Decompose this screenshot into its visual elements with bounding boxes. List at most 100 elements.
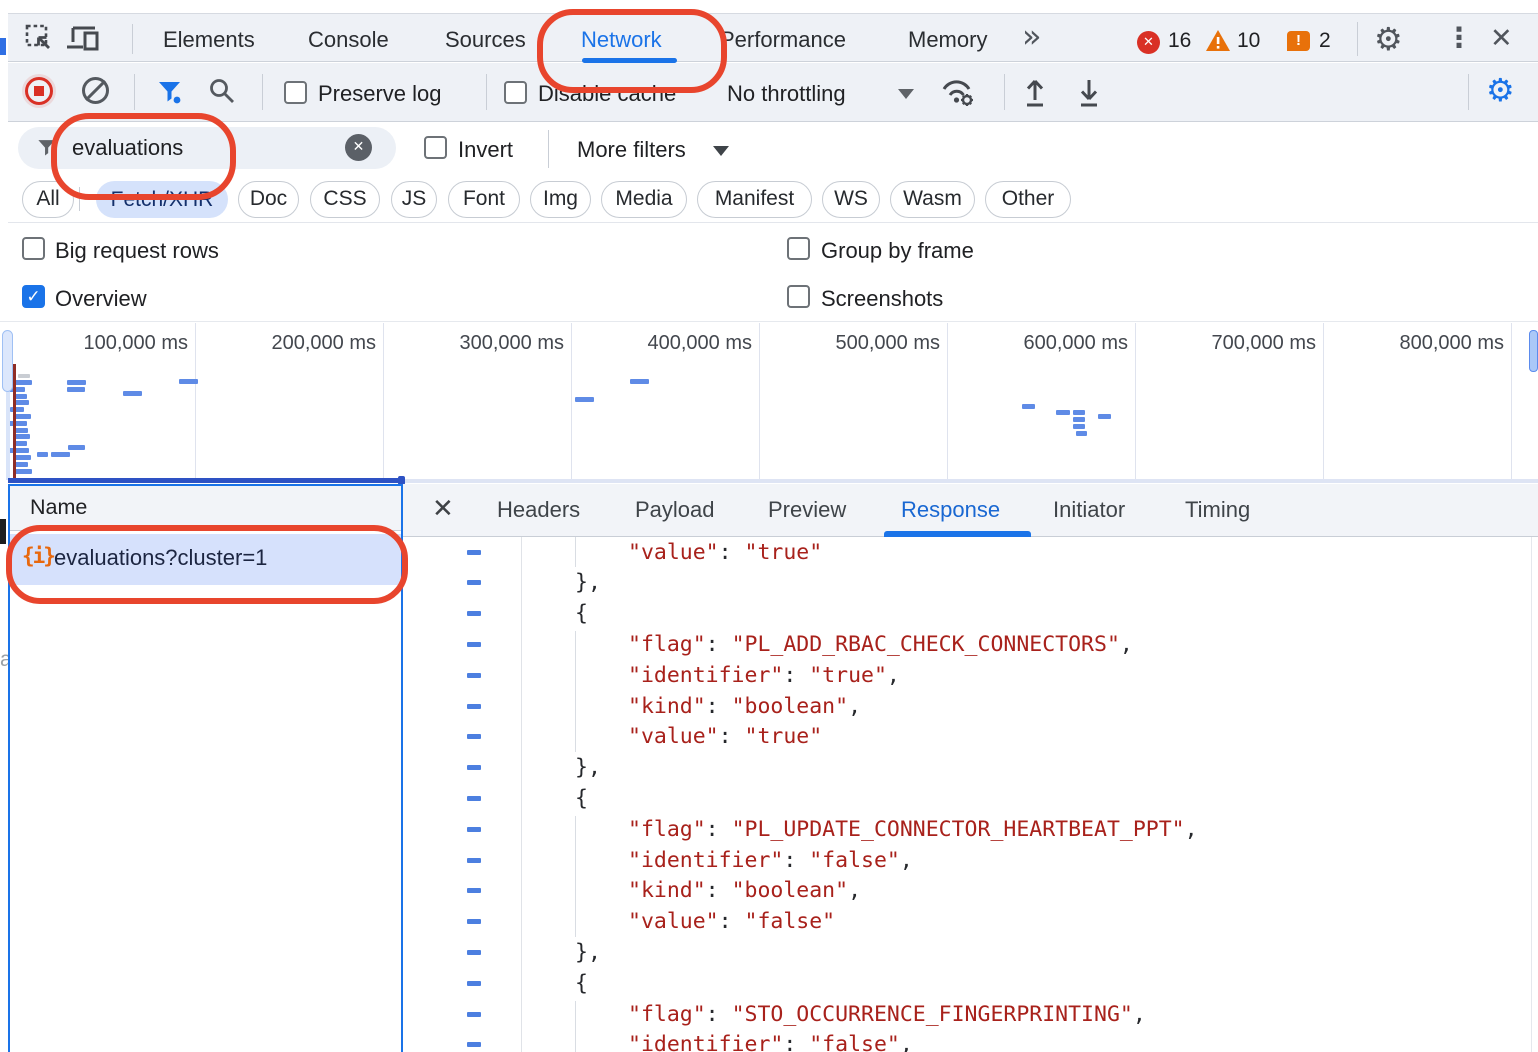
overview-selection-line[interactable] <box>8 478 400 483</box>
error-count[interactable]: 16 <box>1168 29 1191 53</box>
invert-label[interactable]: Invert <box>458 137 513 163</box>
overview-load-marker <box>13 364 16 480</box>
overview-left-grip[interactable] <box>2 330 13 392</box>
big-request-rows-checkbox[interactable] <box>22 237 45 260</box>
main-tab-memory[interactable]: Memory <box>908 27 987 53</box>
group-by-frame-label[interactable]: Group by frame <box>821 238 974 264</box>
filter-input-value[interactable]: evaluations <box>72 135 183 161</box>
main-tab-performance[interactable]: Performance <box>720 27 846 53</box>
chip-js[interactable]: JS <box>391 181 437 218</box>
code-fold-toggle[interactable] <box>467 950 481 955</box>
details-tab-response[interactable]: Response <box>901 497 1000 523</box>
chip-wasm[interactable]: Wasm <box>890 181 975 218</box>
kebab-menu-icon[interactable]: ⋮ <box>1445 24 1473 52</box>
close-details-icon[interactable]: ✕ <box>432 496 454 522</box>
code-fold-toggle[interactable] <box>467 1012 481 1017</box>
warning-count[interactable]: 10 <box>1237 29 1260 53</box>
code-fold-toggle[interactable] <box>467 888 481 893</box>
overview-tick-label: 600,000 ms <box>978 332 1128 355</box>
issue-count[interactable]: 2 <box>1319 29 1331 53</box>
page-behind-fragment <box>0 38 6 55</box>
filter-clear-icon[interactable]: ✕ <box>345 134 372 161</box>
overview-bottom-band <box>403 479 1538 483</box>
overview-label[interactable]: Overview <box>55 286 147 312</box>
code-fold-toggle[interactable] <box>467 827 481 832</box>
code-fold-toggle[interactable] <box>467 1042 481 1047</box>
preserve-log-checkbox[interactable] <box>284 81 307 104</box>
code-line: "value": "true" <box>628 721 822 752</box>
code-fold-toggle[interactable] <box>467 858 481 863</box>
main-tab-sources[interactable]: Sources <box>445 27 526 53</box>
chip-font[interactable]: Font <box>448 181 520 218</box>
more-tabs-icon[interactable]: » <box>1022 20 1042 52</box>
code-line: "identifier": "false", <box>628 845 913 876</box>
record-network-log-icon[interactable] <box>25 77 53 105</box>
filter-icon[interactable] <box>156 78 184 106</box>
code-line: { <box>575 783 588 814</box>
details-tab-initiator[interactable]: Initiator <box>1053 497 1125 523</box>
details-tab-timing[interactable]: Timing <box>1185 497 1250 523</box>
code-fold-toggle[interactable] <box>467 642 481 647</box>
code-fold-toggle[interactable] <box>467 981 481 986</box>
chip-fetch-xhr[interactable]: Fetch/XHR <box>96 181 228 218</box>
details-tab-headers[interactable]: Headers <box>497 497 580 523</box>
overview-tick-label: 200,000 ms <box>226 332 376 355</box>
network-settings-gear-icon[interactable]: ⚙ <box>1486 74 1515 106</box>
code-fold-toggle[interactable] <box>467 765 481 770</box>
close-devtools-icon[interactable]: ✕ <box>1490 25 1513 52</box>
details-tab-payload[interactable]: Payload <box>635 497 715 523</box>
throttling-caret-icon[interactable] <box>898 89 914 99</box>
throttling-select[interactable]: No throttling <box>727 81 846 107</box>
gutter-divider <box>521 537 522 1052</box>
main-tab-network[interactable]: Network <box>581 27 662 53</box>
settings-gear-icon[interactable]: ⚙ <box>1374 23 1403 55</box>
code-fold-toggle[interactable] <box>467 611 481 616</box>
overview-timeline[interactable]: 100,000 ms200,000 ms300,000 ms400,000 ms… <box>0 321 1538 482</box>
request-row[interactable]: {i} evaluations?cluster=1 <box>10 534 401 585</box>
code-fold-toggle[interactable] <box>467 580 481 585</box>
more-filters-dropdown[interactable]: More filters <box>577 137 686 163</box>
preserve-log-label[interactable]: Preserve log <box>318 81 442 107</box>
issues-badge-icon[interactable]: ! <box>1287 31 1310 51</box>
chip-all[interactable]: All <box>22 181 74 218</box>
code-fold-toggle[interactable] <box>467 919 481 924</box>
code-fold-toggle[interactable] <box>467 673 481 678</box>
main-tab-console[interactable]: Console <box>308 27 389 53</box>
code-fold-toggle[interactable] <box>467 704 481 709</box>
invert-checkbox[interactable] <box>424 136 447 159</box>
request-name[interactable]: evaluations?cluster=1 <box>54 545 267 571</box>
response-content: "value": "true"},{"flag": "PL_ADD_RBAC_C… <box>403 537 1538 1052</box>
disable-cache-label[interactable]: Disable cache <box>538 81 676 107</box>
disable-cache-checkbox[interactable] <box>504 81 527 104</box>
details-tab-preview[interactable]: Preview <box>768 497 846 523</box>
chip-img[interactable]: Img <box>530 181 591 218</box>
chip-manifest[interactable]: Manifest <box>697 181 812 218</box>
big-request-rows-label[interactable]: Big request rows <box>55 238 219 264</box>
more-filters-caret-icon[interactable] <box>713 146 729 156</box>
chip-media[interactable]: Media <box>601 181 687 218</box>
requests-header[interactable]: Name <box>10 486 401 531</box>
error-badge-icon[interactable]: ✕ <box>1137 31 1160 54</box>
overview-gridline <box>571 323 572 480</box>
screenshots-checkbox[interactable] <box>787 285 810 308</box>
chip-doc[interactable]: Doc <box>238 181 299 218</box>
warning-badge-icon[interactable] <box>1205 29 1231 52</box>
main-tab-elements[interactable]: Elements <box>163 27 255 53</box>
chip-ws[interactable]: WS <box>822 181 880 218</box>
chip-other[interactable]: Other <box>985 181 1071 218</box>
name-column-header[interactable]: Name <box>30 495 87 520</box>
code-fold-toggle[interactable] <box>467 550 481 555</box>
clear-network-log-icon[interactable] <box>82 77 109 104</box>
search-icon[interactable] <box>208 77 236 105</box>
screenshots-label[interactable]: Screenshots <box>821 286 943 312</box>
import-har-icon[interactable] <box>1020 76 1050 108</box>
group-by-frame-checkbox[interactable] <box>787 237 810 260</box>
code-fold-toggle[interactable] <box>467 734 481 739</box>
overview-checkbox[interactable]: ✓ <box>22 285 45 308</box>
filter-input[interactable]: evaluations ✕ <box>18 127 396 169</box>
network-conditions-icon[interactable] <box>938 75 978 111</box>
overview-right-grip[interactable] <box>1529 330 1538 372</box>
code-fold-toggle[interactable] <box>467 796 481 801</box>
chip-css[interactable]: CSS <box>310 181 380 218</box>
export-har-icon[interactable] <box>1074 76 1104 108</box>
